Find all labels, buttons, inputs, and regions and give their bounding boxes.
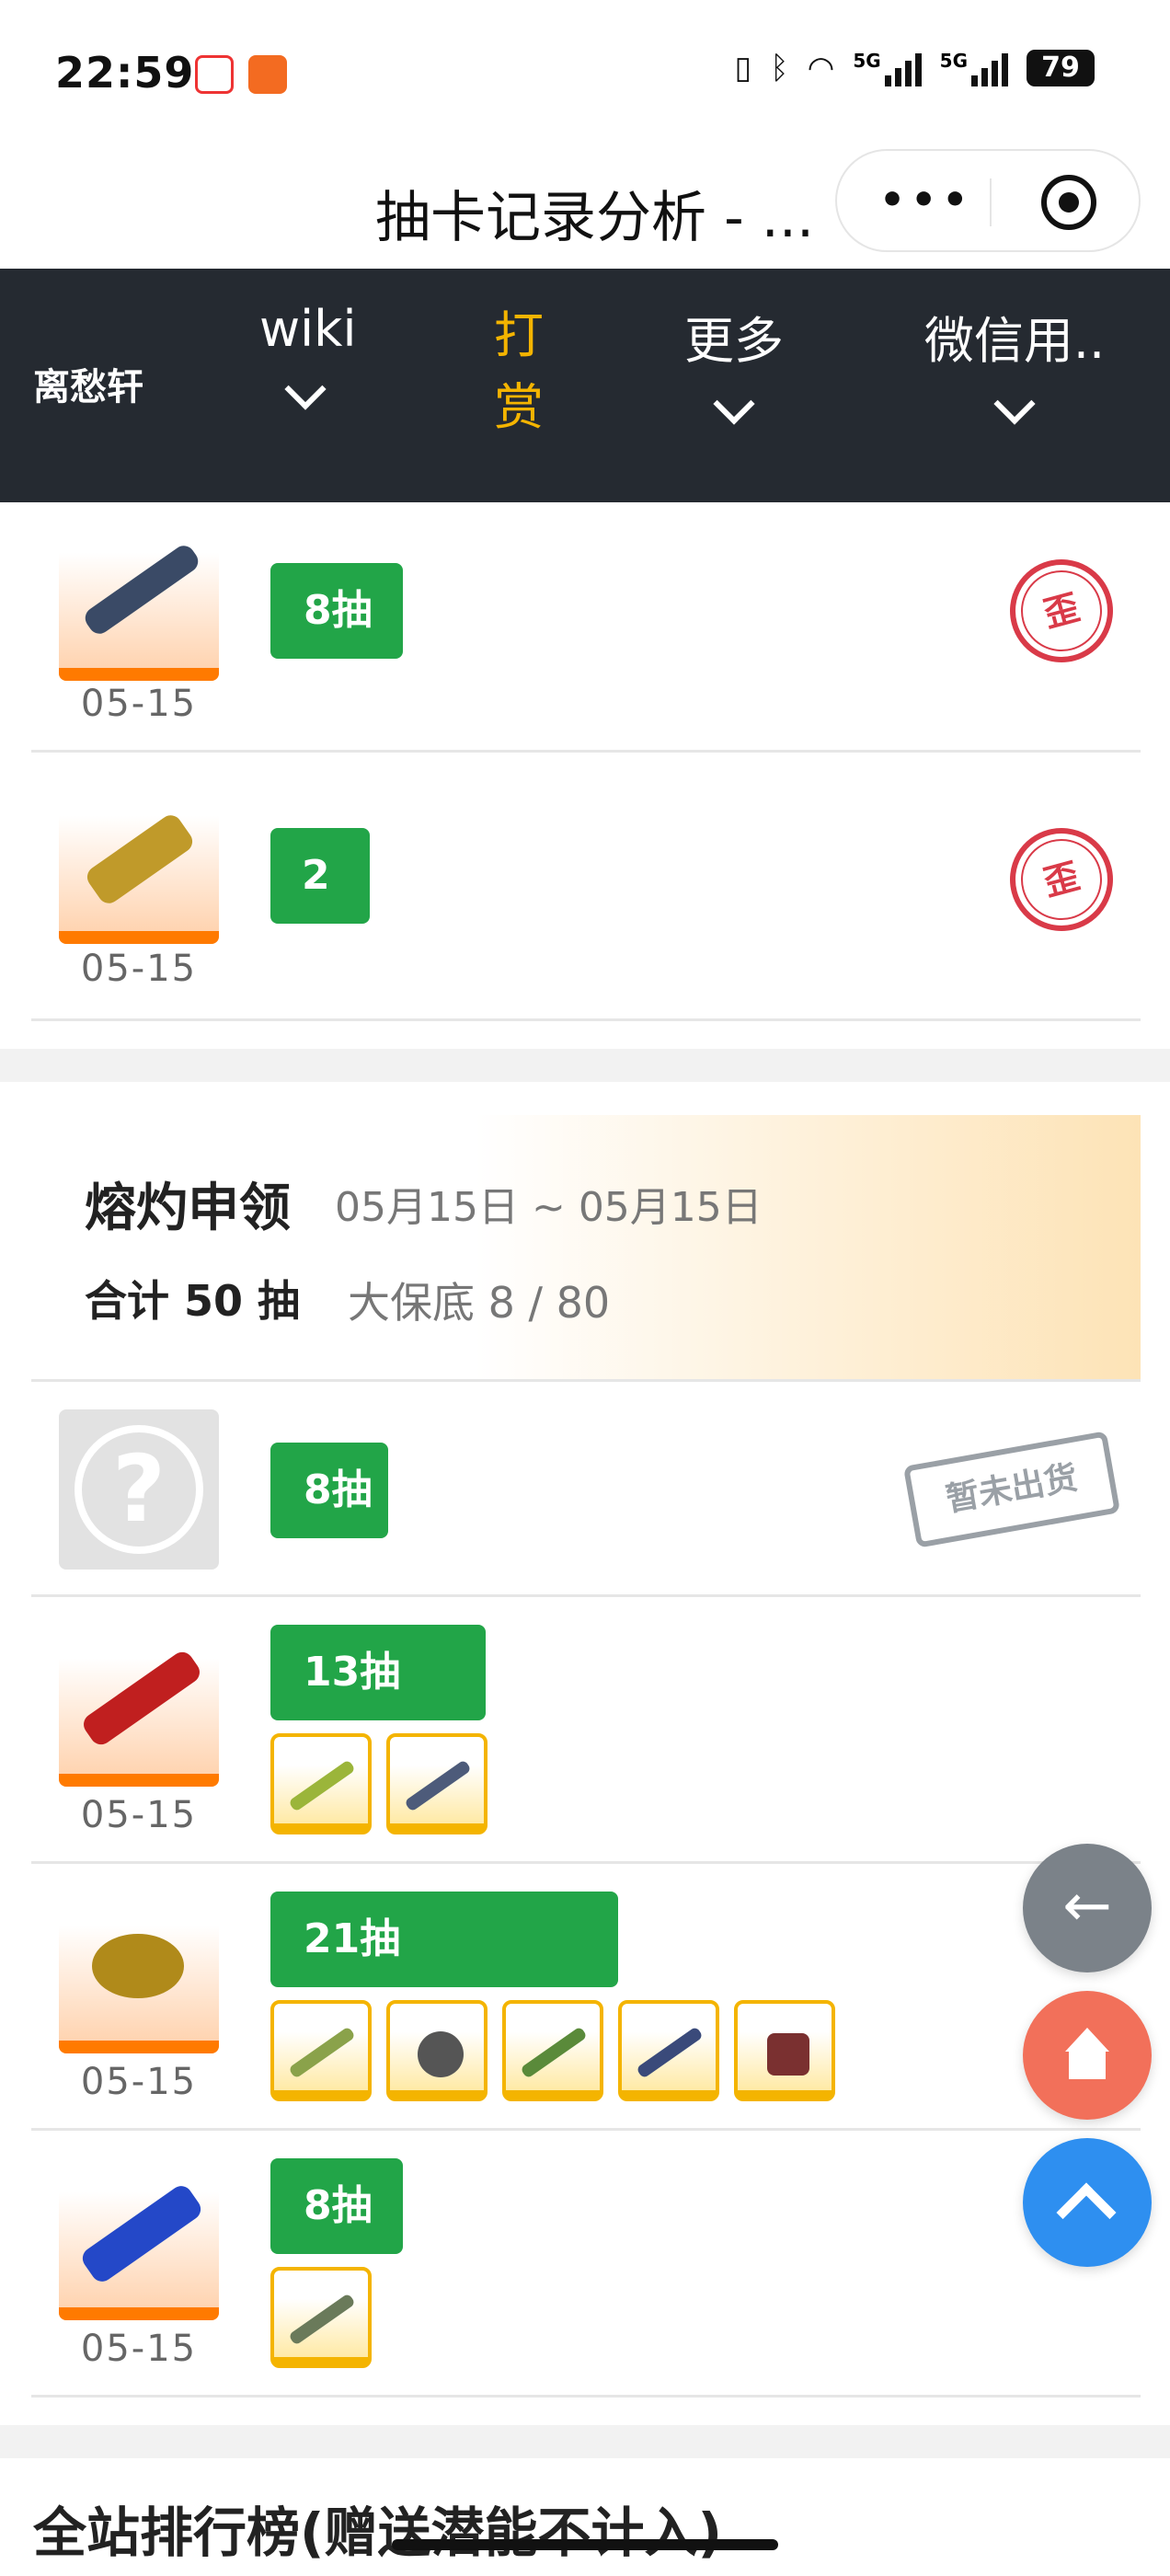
ranking-title: 全站排行榜(赠送潜能不计入) [33, 2501, 723, 2564]
list-item[interactable]: 05-15 21抽 [31, 1864, 1141, 2131]
back-button[interactable]: ← [1023, 1844, 1152, 1972]
pull-count-bar: 13抽 [270, 1625, 486, 1720]
off-banner-stamp: 歪 [998, 816, 1125, 943]
close-target-icon[interactable] [1041, 175, 1096, 230]
item-thumbnail [59, 784, 219, 944]
nav-item-label: wiki [259, 300, 357, 358]
pull-count-bar: 2抽 [270, 828, 370, 924]
nav-item-label: 赏 [494, 378, 544, 436]
nav-item-label: 打 [494, 306, 544, 364]
scroll-top-button[interactable] [1023, 2138, 1152, 2267]
list-item[interactable]: ? 8抽 暂未出货 [31, 1382, 1141, 1597]
notification-app-icon [248, 55, 287, 94]
pull-date: 05-15 [80, 1794, 198, 1836]
unknown-item-thumbnail: ? [59, 1409, 219, 1570]
status-time: 22:59 [55, 48, 195, 98]
miniprogram-capsule: ••• [835, 149, 1141, 252]
pull-count-bar: 8抽 [270, 563, 403, 659]
pool-name: 熔灼申领 [85, 1179, 291, 1238]
chevron-down-icon [993, 383, 1036, 425]
nav-item-more[interactable]: 更多 [679, 300, 789, 425]
filler-item-icon [386, 1733, 488, 1834]
pull-date: 05-15 [80, 683, 198, 725]
nav-item-label: 更多 [684, 312, 784, 370]
nav-item-wechat-user[interactable]: 微信用.. [918, 300, 1111, 425]
pull-date: 05-15 [80, 2328, 198, 2370]
bluetooth-icon: ᛒ [770, 50, 789, 86]
filler-item-icon [734, 2000, 835, 2101]
filler-item-icon [270, 2267, 372, 2368]
pool-card-previous: 05-15 8抽 歪 05-15 2抽 歪 [0, 502, 1170, 1049]
filler-item-icon [618, 2000, 719, 2101]
nav-item-donate[interactable]: 打 赏 [489, 300, 548, 443]
page-title: 抽卡记录分析 - ... [375, 186, 815, 250]
filler-item-icon [502, 2000, 603, 2101]
pull-count-bar: 21抽 [270, 1892, 618, 1987]
home-button[interactable] [1023, 1991, 1152, 2120]
home-indicator [392, 2539, 778, 2550]
pull-count-bar: 8抽 [270, 1443, 388, 1538]
nav-item-wiki[interactable]: wiki [259, 300, 356, 410]
arrow-left-icon: ← [1062, 1872, 1112, 1940]
status-bar: 22:59 ▯ ᛒ ◠ 5G 5G 79 [0, 0, 1170, 147]
pool-pity: 大保底 8 / 80 [348, 1278, 611, 1328]
pool-banner: 熔灼申领 05月15日 ~ 05月15日 合计 50 抽 大保底 8 / 80 [31, 1115, 1141, 1382]
chevron-down-icon [713, 383, 755, 425]
item-thumbnail [59, 1893, 219, 2053]
page: 22:59 ▯ ᛒ ◠ 5G 5G 79 抽卡记录分析 - ... ••• 离愁… [0, 0, 1170, 2576]
weapon-image [79, 1648, 204, 1749]
pull-date: 05-15 [80, 2061, 198, 2103]
weapon-image [78, 2181, 205, 2286]
top-nav: 离愁轩 wiki 打 赏 更多 微信用.. [0, 269, 1170, 502]
weapon-image [92, 1934, 184, 1998]
chevron-down-icon [284, 368, 327, 410]
notification-app-icon [195, 55, 234, 94]
home-icon [1060, 2028, 1115, 2083]
wifi-icon: ◠ [807, 50, 835, 86]
chevron-up-icon [1056, 2182, 1117, 2243]
more-icon[interactable]: ••• [879, 177, 973, 224]
pull-count-bar: 8抽 [270, 2158, 403, 2254]
vibrate-icon: ▯ [734, 50, 752, 86]
list-item[interactable]: 05-15 8抽 [31, 2131, 1141, 2398]
battery-icon: 79 [1027, 50, 1095, 86]
filler-item-icon [270, 2000, 372, 2101]
item-thumbnail [59, 2160, 219, 2320]
list-item[interactable]: 05-15 13抽 [31, 1597, 1141, 1864]
pool-total: 合计 50 抽 [85, 1276, 301, 1326]
pool-date-range: 05月15日 ~ 05月15日 [335, 1184, 763, 1231]
weapon-image [81, 541, 202, 638]
nav-item-label: 微信用.. [923, 312, 1106, 370]
nav-username[interactable]: 离愁轩 [33, 357, 143, 410]
filler-item-icon [270, 1733, 372, 1834]
filler-item-icon [386, 2000, 488, 2101]
signal-icon: 5G [940, 50, 1008, 86]
list-item[interactable]: 05-15 2抽 歪 [31, 753, 1141, 1021]
item-thumbnail [59, 1627, 219, 1787]
weapon-image [83, 811, 197, 908]
not-yet-pulled-stamp: 暂未出货 [902, 1431, 1121, 1548]
item-thumbnail [59, 521, 219, 681]
signal-icon: 5G [853, 50, 922, 86]
pull-date: 05-15 [80, 948, 198, 990]
list-item[interactable]: 05-15 8抽 歪 [31, 502, 1141, 753]
off-banner-stamp: 歪 [998, 547, 1125, 674]
question-mark-icon: ? [75, 1425, 203, 1554]
status-icons: ▯ ᛒ ◠ 5G 5G 79 [735, 50, 1095, 86]
